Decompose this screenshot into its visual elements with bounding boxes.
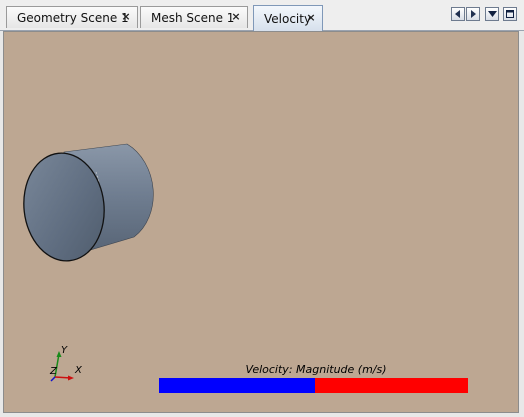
scene-viewport[interactable]: Y X Z Velocity: Magnitude (m/s) — [3, 31, 519, 413]
frame-right — [519, 31, 524, 417]
axis-x-label: X — [75, 365, 82, 376]
close-icon[interactable]: × — [305, 12, 317, 24]
scroll-right-icon[interactable] — [466, 7, 480, 21]
axis-z-label: Z — [50, 366, 57, 377]
legend-color-bar-high — [315, 378, 468, 393]
maximize-icon[interactable] — [503, 7, 517, 21]
tab-geometry-scene-1[interactable]: Geometry Scene 1 × — [6, 6, 138, 28]
legend-color-bar-low — [159, 378, 315, 393]
legend-title: Velocity: Magnitude (m/s) — [245, 363, 387, 376]
tab-label: Mesh Scene 1 — [151, 10, 235, 25]
scroll-left-icon[interactable] — [451, 7, 465, 21]
axis-y-label: Y — [61, 345, 68, 356]
tab-mesh-scene-1[interactable]: Mesh Scene 1 × — [140, 6, 248, 28]
close-icon[interactable]: × — [230, 11, 242, 23]
scene-tab-bar: Geometry Scene 1 × Mesh Scene 1 × Veloci… — [0, 0, 524, 31]
frame-bottom — [0, 413, 524, 417]
tab-velocity[interactable]: Velocity × — [253, 5, 323, 31]
close-icon[interactable]: × — [120, 11, 132, 23]
tab-list-dropdown-icon[interactable] — [485, 7, 499, 21]
tab-label: Geometry Scene 1 — [17, 10, 129, 25]
axes-triad — [50, 351, 74, 382]
